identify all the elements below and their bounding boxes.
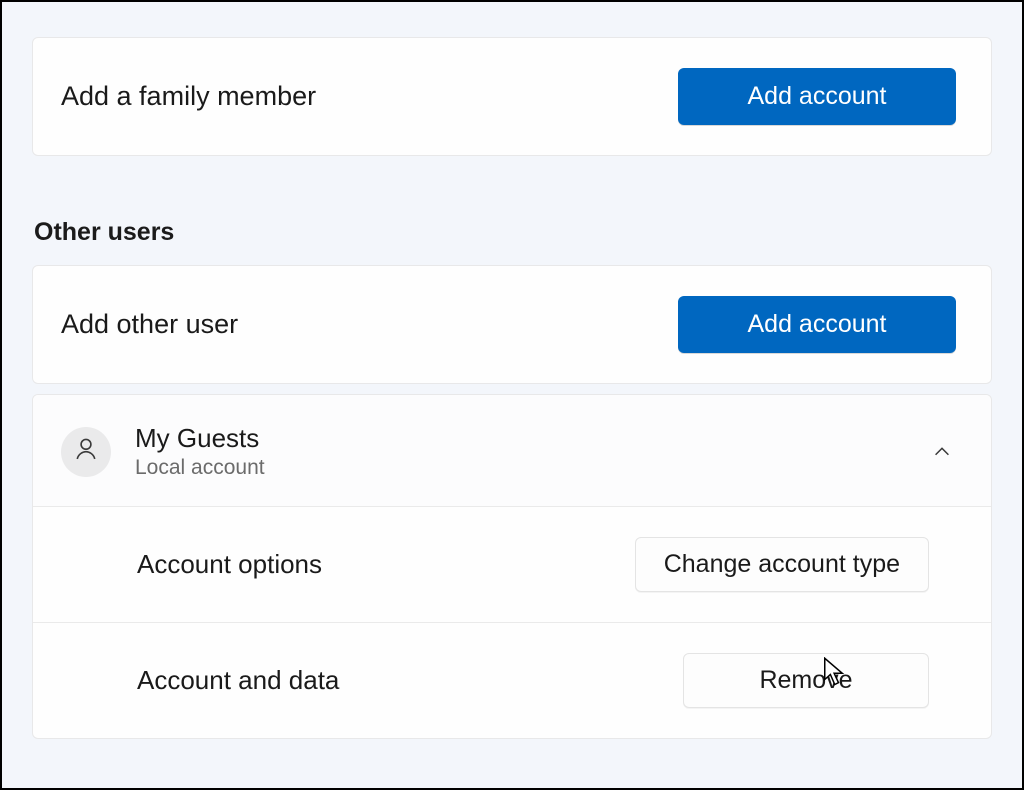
remove-account-button[interactable]: Remove [683,653,929,708]
account-options-label: Account options [137,549,322,580]
user-info: My Guests Local account [61,423,265,480]
account-data-row: Account and data Remove [33,622,991,738]
user-avatar [61,427,111,477]
add-family-row: Add a family member Add account [33,38,991,155]
add-family-card: Add a family member Add account [32,37,992,156]
change-account-type-button[interactable]: Change account type [635,537,929,592]
add-other-account-button[interactable]: Add account [678,296,956,353]
user-account-header[interactable]: My Guests Local account [33,395,991,506]
add-other-user-card: Add other user Add account [32,265,992,384]
chevron-up-icon [931,441,953,463]
add-family-account-button[interactable]: Add account [678,68,956,125]
user-subtitle: Local account [135,456,265,480]
add-family-label: Add a family member [61,81,316,112]
account-data-label: Account and data [137,665,339,696]
add-other-user-row: Add other user Add account [33,266,991,383]
person-icon [72,435,100,468]
account-options-row: Account options Change account type [33,506,991,622]
user-name: My Guests [135,423,265,454]
user-text: My Guests Local account [135,423,265,480]
add-other-user-label: Add other user [61,309,238,340]
user-account-card: My Guests Local account Account options … [32,394,992,739]
other-users-heading: Other users [34,218,992,247]
